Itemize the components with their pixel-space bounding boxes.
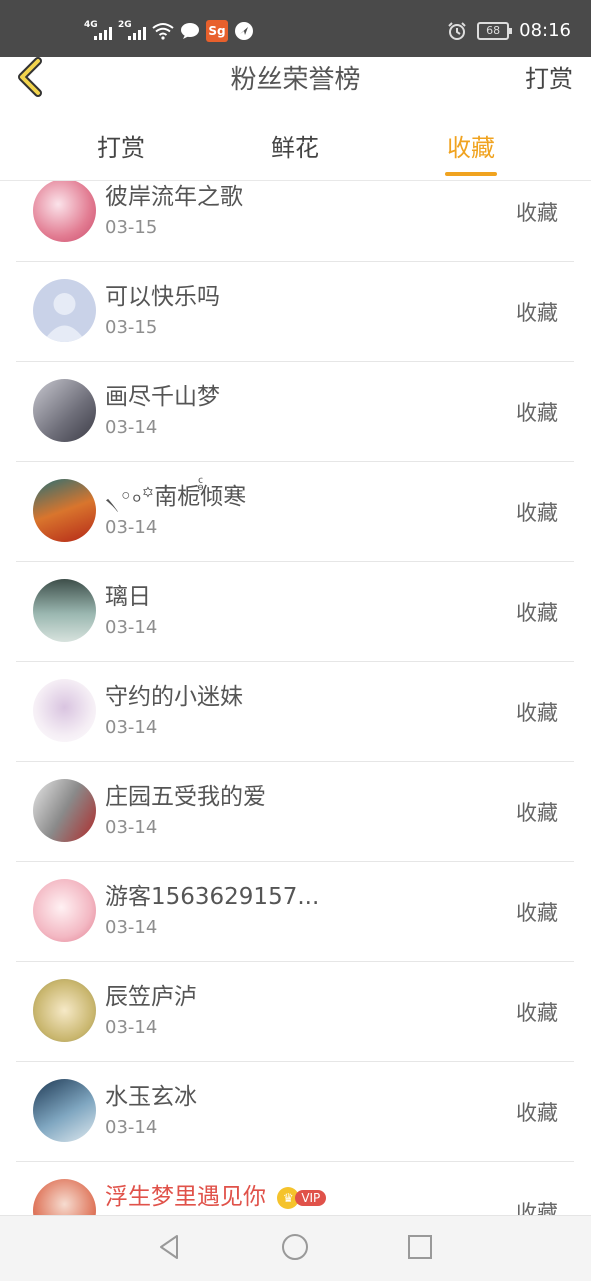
avatar xyxy=(33,579,96,642)
user-name-text: 浮生梦里遇见你 xyxy=(105,1184,266,1210)
list-item[interactable]: 浮生梦里遇见你 ♛ VIP 收藏 xyxy=(16,1161,574,1215)
nav-home-icon[interactable] xyxy=(280,1232,310,1262)
action-label: 收藏 xyxy=(516,901,558,925)
tab-favorites[interactable]: 收藏 xyxy=(411,128,531,163)
status-bar: 4G 2G Sg 68 08:16 xyxy=(0,0,591,57)
wifi-icon xyxy=(152,23,174,40)
status-right-icons: 68 08:16 xyxy=(447,20,571,41)
action-label: 收藏 xyxy=(516,1001,558,1025)
user-name: 水玉玄冰 xyxy=(105,1084,197,1110)
vip-badge: ♛ VIP xyxy=(277,1186,327,1209)
tab-reward[interactable]: 打赏 xyxy=(61,128,181,163)
list-item[interactable]: ৲◦৹꙳南栀ⷴⷭ倾寒 03-14 收藏 xyxy=(16,461,574,562)
action-label: 收藏 xyxy=(516,401,558,425)
avatar xyxy=(33,279,96,342)
location-icon xyxy=(235,22,253,40)
action-label: 收藏 xyxy=(516,701,558,725)
fan-list[interactable]: 彼岸流年之歌 03-15 收藏 可以快乐吗 03-15 收藏 画尽千山梦 03-… xyxy=(0,181,591,1215)
list-item[interactable]: 水玉玄冰 03-14 收藏 xyxy=(16,1061,574,1162)
action-date: 03-14 xyxy=(105,917,158,938)
list-item[interactable]: 彼岸流年之歌 03-15 收藏 xyxy=(16,181,574,262)
avatar xyxy=(33,181,96,242)
tab-bar: 打赏 鲜花 收藏 xyxy=(0,110,591,181)
system-nav-bar xyxy=(0,1215,591,1281)
action-label: 收藏 xyxy=(516,801,558,825)
action-date: 03-14 xyxy=(105,417,158,438)
vip-tag: VIP xyxy=(295,1189,327,1206)
list-item[interactable]: 画尽千山梦 03-14 收藏 xyxy=(16,361,574,462)
list-item[interactable]: 守约的小迷妹 03-14 收藏 xyxy=(16,661,574,762)
avatar xyxy=(33,479,96,542)
action-date: 03-15 xyxy=(105,317,158,338)
user-name: 游客1563629157... xyxy=(105,884,320,910)
tab-flowers[interactable]: 鲜花 xyxy=(235,128,355,163)
signal-2g-icon: 2G xyxy=(118,20,146,42)
active-tab-indicator xyxy=(445,172,497,176)
avatar xyxy=(33,1079,96,1142)
user-name: 浮生梦里遇见你 ♛ VIP xyxy=(105,1177,327,1211)
action-label: 收藏 xyxy=(516,1101,558,1125)
action-label: 收藏 xyxy=(516,501,558,525)
action-date: 03-14 xyxy=(105,517,158,538)
action-date: 03-14 xyxy=(105,1117,158,1138)
avatar xyxy=(33,679,96,742)
app-notification-icon: Sg xyxy=(206,20,228,42)
avatar xyxy=(33,1179,96,1215)
nav-recents-icon[interactable] xyxy=(405,1232,435,1262)
list-item[interactable]: 可以快乐吗 03-15 收藏 xyxy=(16,261,574,362)
action-date: 03-14 xyxy=(105,817,158,838)
action-date: 03-14 xyxy=(105,717,158,738)
status-left-icons: 4G 2G Sg xyxy=(84,20,254,42)
battery-icon: 68 xyxy=(477,21,513,40)
user-name: 璃日 xyxy=(105,584,151,610)
alarm-icon xyxy=(448,21,466,40)
action-label: 收藏 xyxy=(516,301,558,325)
chat-bubble-icon xyxy=(181,23,199,39)
list-item[interactable]: 辰笠庐泸 03-14 收藏 xyxy=(16,961,574,1062)
list-item[interactable]: 庄园五受我的爱 03-14 收藏 xyxy=(16,761,574,862)
user-name: 辰笠庐泸 xyxy=(105,984,197,1010)
action-date: 03-15 xyxy=(105,217,158,238)
clock: 08:16 xyxy=(519,20,571,41)
signal-4g-icon: 4G xyxy=(84,20,112,42)
page-title: 粉丝荣誉榜 xyxy=(230,65,361,95)
list-item[interactable]: 游客1563629157... 03-14 收藏 xyxy=(16,861,574,962)
avatar xyxy=(33,379,96,442)
user-name: 可以快乐吗 xyxy=(105,284,220,310)
action-label: 收藏 xyxy=(516,601,558,625)
user-name: 彼岸流年之歌 xyxy=(105,184,243,210)
avatar xyxy=(33,979,96,1042)
user-name: 守约的小迷妹 xyxy=(105,684,243,710)
list-item[interactable]: 璃日 03-14 收藏 xyxy=(16,561,574,662)
nav-back-icon[interactable] xyxy=(155,1232,185,1262)
user-name: ৲◦৹꙳南栀ⷴⷭ倾寒 xyxy=(105,484,247,510)
reward-button[interactable]: 打赏 xyxy=(525,59,573,94)
app-header: 粉丝荣誉榜 打赏 xyxy=(0,57,591,111)
action-label: 收藏 xyxy=(516,201,558,225)
action-date: 03-14 xyxy=(105,617,158,638)
action-label: 收藏 xyxy=(516,1201,558,1215)
user-name: 画尽千山梦 xyxy=(105,384,220,410)
avatar xyxy=(33,879,96,942)
avatar xyxy=(33,779,96,842)
action-date: 03-14 xyxy=(105,1017,158,1038)
user-name: 庄园五受我的爱 xyxy=(105,784,266,810)
